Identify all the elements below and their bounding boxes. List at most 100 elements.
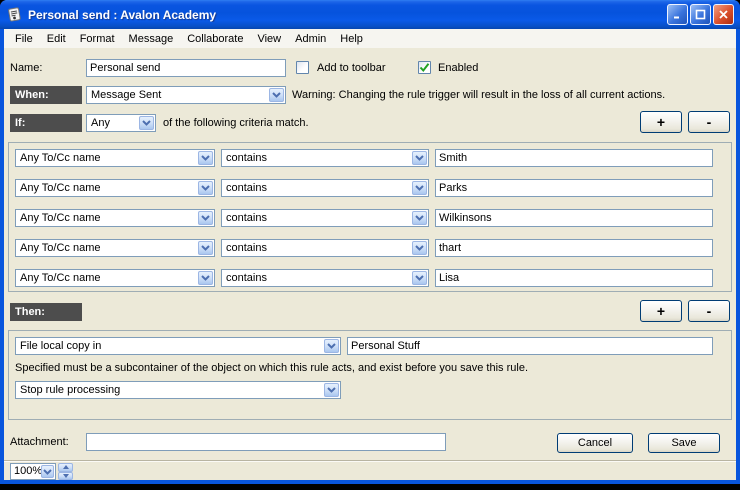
remove-action-button[interactable]: - <box>688 300 730 322</box>
dropdown-arrow-icon <box>324 339 339 353</box>
statusbar: 100% <box>4 460 736 480</box>
rule-editor-window: Personal send : Avalon Academy File Edit… <box>0 0 740 484</box>
dropdown-arrow-icon <box>412 151 427 165</box>
criterion-field-value: Any To/Cc name <box>20 182 101 194</box>
menu-item-message[interactable]: Message <box>122 31 181 47</box>
action-type-value: File local copy in <box>20 340 101 352</box>
criterion-field-value: Any To/Cc name <box>20 242 101 254</box>
criterion-operator-value: contains <box>226 182 267 194</box>
menu-item-view[interactable]: View <box>250 31 288 47</box>
minimize-button[interactable] <box>667 4 688 25</box>
criterion-field-select[interactable]: Any To/Cc name <box>15 179 215 197</box>
minimize-icon <box>672 9 683 20</box>
criterion-field-select[interactable]: Any To/Cc name <box>15 269 215 287</box>
app-icon <box>6 6 23 23</box>
zoom-spinner <box>58 463 73 480</box>
name-label: Name: <box>10 62 42 74</box>
if-match-select[interactable]: Any <box>86 114 156 132</box>
maximize-icon <box>695 9 706 20</box>
if-match-value: Any <box>91 117 110 129</box>
criterion-field-value: Any To/Cc name <box>20 272 101 284</box>
dropdown-arrow-icon <box>412 271 427 285</box>
post-action-value: Stop rule processing <box>20 384 120 396</box>
titlebar: Personal send : Avalon Academy <box>0 0 740 29</box>
criterion-field-value: Any To/Cc name <box>20 212 101 224</box>
criterion-value-input[interactable] <box>435 149 713 167</box>
criterion-operator-select[interactable]: contains <box>221 209 429 227</box>
criterion-operator-select[interactable]: contains <box>221 269 429 287</box>
criterion-field-select[interactable]: Any To/Cc name <box>15 209 215 227</box>
action-target-input[interactable] <box>347 337 713 355</box>
enabled-label: Enabled <box>438 62 478 74</box>
zoom-decrease-button[interactable] <box>58 472 73 481</box>
criterion-operator-select[interactable]: contains <box>221 179 429 197</box>
name-input[interactable] <box>86 59 286 77</box>
action-type-select[interactable]: File local copy in <box>15 337 341 355</box>
action-note: Specified must be a subcontainer of the … <box>15 362 528 374</box>
dropdown-arrow-icon <box>269 88 284 102</box>
screen-bottom-strip <box>0 484 740 490</box>
arrow-up-icon <box>63 465 69 469</box>
criterion-operator-value: contains <box>226 272 267 284</box>
menu-item-collaborate[interactable]: Collaborate <box>180 31 250 47</box>
screen: Personal send : Avalon Academy File Edit… <box>0 0 740 490</box>
close-icon <box>718 9 729 20</box>
if-match-suffix: of the following criteria match. <box>163 117 309 129</box>
dropdown-arrow-icon <box>198 181 213 195</box>
criterion-value-input[interactable] <box>435 209 713 227</box>
when-trigger-value: Message Sent <box>91 89 161 101</box>
criterion-operator-select[interactable]: contains <box>221 149 429 167</box>
dropdown-arrow-icon <box>139 116 154 130</box>
close-button[interactable] <box>713 4 734 25</box>
criterion-operator-select[interactable]: contains <box>221 239 429 257</box>
dropdown-arrow-icon <box>198 271 213 285</box>
criteria-groupbox: Any To/Cc name contains Any To/Cc name <box>8 142 732 292</box>
rule-form: Name: Add to toolbar Enabled When: Messa… <box>4 48 736 460</box>
when-section-label: When: <box>10 86 82 104</box>
trigger-warning-text: Warning: Changing the rule trigger will … <box>292 89 665 101</box>
criterion-value-input[interactable] <box>435 269 713 287</box>
add-action-button[interactable]: + <box>640 300 682 322</box>
dropdown-arrow-icon <box>412 211 427 225</box>
dropdown-arrow-icon <box>412 241 427 255</box>
zoom-increase-button[interactable] <box>58 463 73 472</box>
dropdown-arrow-icon <box>198 151 213 165</box>
criterion-value-input[interactable] <box>435 179 713 197</box>
criterion-field-value: Any To/Cc name <box>20 152 101 164</box>
post-action-select[interactable]: Stop rule processing <box>15 381 341 399</box>
attachment-input[interactable] <box>86 433 446 451</box>
dropdown-arrow-icon <box>41 465 54 478</box>
window-controls <box>667 4 734 25</box>
criterion-field-select[interactable]: Any To/Cc name <box>15 149 215 167</box>
dropdown-arrow-icon <box>412 181 427 195</box>
menu-item-format[interactable]: Format <box>73 31 122 47</box>
criterion-operator-value: contains <box>226 212 267 224</box>
add-to-toolbar-label: Add to toolbar <box>317 62 386 74</box>
enabled-checkbox[interactable] <box>418 61 431 74</box>
if-section-label: If: <box>10 114 82 132</box>
add-criterion-button[interactable]: + <box>640 111 682 133</box>
when-trigger-select[interactable]: Message Sent <box>86 86 286 104</box>
menu-item-edit[interactable]: Edit <box>40 31 73 47</box>
criterion-operator-value: contains <box>226 242 267 254</box>
menu-item-help[interactable]: Help <box>333 31 370 47</box>
criterion-value-input[interactable] <box>435 239 713 257</box>
menu-item-admin[interactable]: Admin <box>288 31 333 47</box>
cancel-button[interactable]: Cancel <box>557 433 633 453</box>
dropdown-arrow-icon <box>198 241 213 255</box>
remove-criterion-button[interactable]: - <box>688 111 730 133</box>
window-title: Personal send : Avalon Academy <box>28 8 667 22</box>
arrow-down-icon <box>63 474 69 478</box>
then-section-label: Then: <box>10 303 82 321</box>
add-to-toolbar-checkbox[interactable] <box>296 61 309 74</box>
criterion-operator-value: contains <box>226 152 267 164</box>
save-button[interactable]: Save <box>648 433 720 453</box>
check-icon <box>419 62 430 73</box>
criterion-field-select[interactable]: Any To/Cc name <box>15 239 215 257</box>
menubar: File Edit Format Message Collaborate Vie… <box>4 29 736 48</box>
menu-item-file[interactable]: File <box>8 31 40 47</box>
maximize-button[interactable] <box>690 4 711 25</box>
dropdown-arrow-icon <box>324 383 339 397</box>
zoom-level-select[interactable]: 100% <box>10 463 56 480</box>
attachment-label: Attachment: <box>10 436 69 448</box>
